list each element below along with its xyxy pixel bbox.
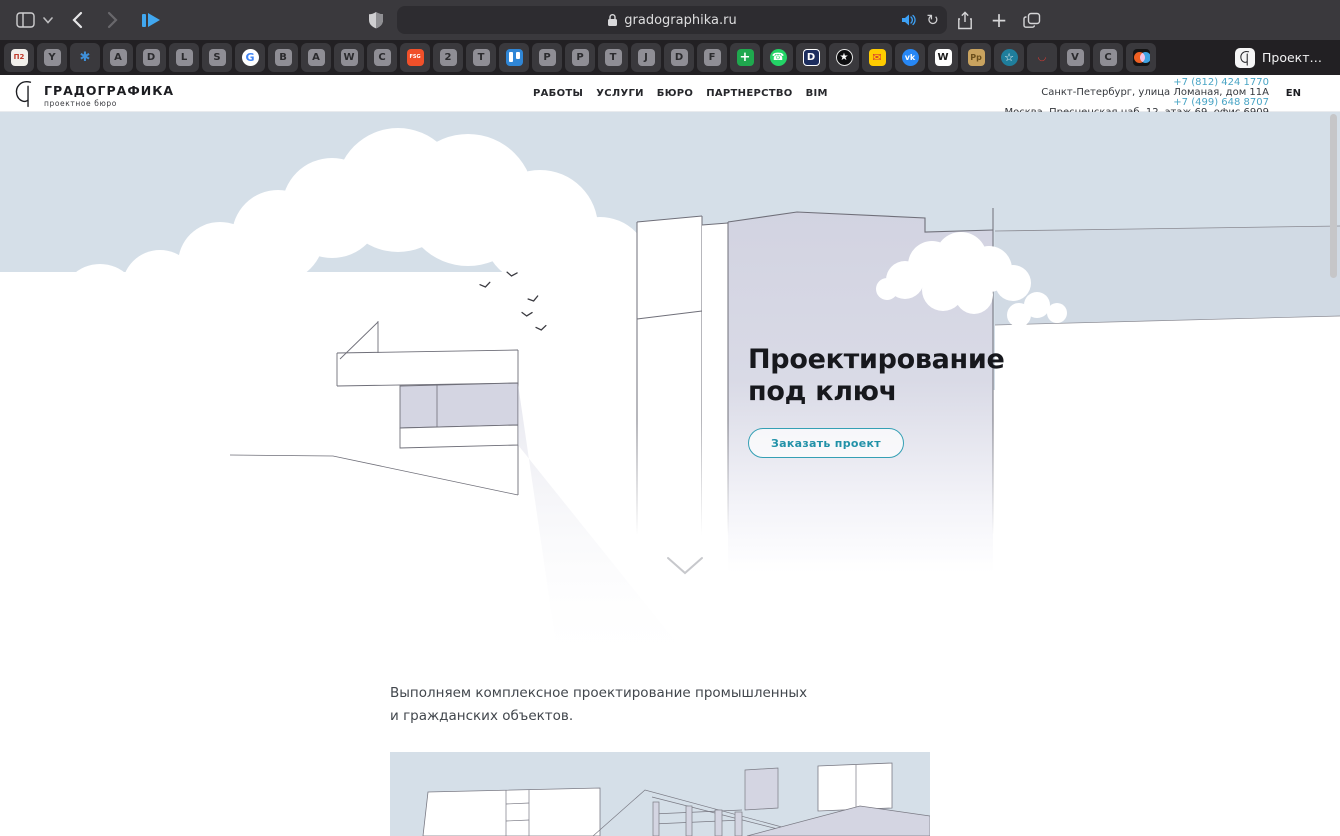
bookmarks-strip: П2Y✱ADLSGBAWCFSG2TPPTJDF+☎D★✉vkWPp☆◡VC <box>4 43 1156 72</box>
extension-icon[interactable] <box>136 0 166 40</box>
bookmark-green-plus-icon[interactable]: + <box>730 43 760 72</box>
bookmark-d1-icon[interactable]: D <box>136 43 166 72</box>
bookmark-t1-icon[interactable]: T <box>466 43 496 72</box>
bookmark-y-icon[interactable]: Y <box>37 43 67 72</box>
reload-icon[interactable]: ↻ <box>926 11 939 29</box>
new-tab-icon[interactable]: + <box>984 0 1014 40</box>
forward-icon[interactable] <box>98 0 128 40</box>
bookmark-w1-icon[interactable]: W <box>334 43 364 72</box>
bookmark-s1-icon[interactable]: S <box>202 43 232 72</box>
main-nav: РАБОТЫ УСЛУГИ БЮРО ПАРТНЕРСТВО BIM <box>533 75 828 112</box>
lock-icon <box>607 13 618 27</box>
bookmark-pp-gold-icon[interactable]: Pp <box>961 43 991 72</box>
bookmark-wikipedia-icon[interactable]: W <box>928 43 958 72</box>
bookmark-t2-icon[interactable]: T <box>598 43 628 72</box>
bookmark-doodle-red-icon[interactable]: ◡ <box>1027 43 1057 72</box>
bookmark-j1-icon[interactable]: J <box>631 43 661 72</box>
nav-item-services[interactable]: УСЛУГИ <box>596 88 644 99</box>
bookmark-spark-icon[interactable]: ✱ <box>70 43 100 72</box>
site-header: ГРАДОГРАФИКА проектное бюро РАБОТЫ УСЛУГ… <box>0 75 1340 112</box>
logo-subtitle: проектное бюро <box>44 99 174 108</box>
bookmark-p2-icon[interactable]: П2 <box>4 43 34 72</box>
bookmark-f1-icon[interactable]: F <box>697 43 727 72</box>
intro-line2: и гражданских объектов. <box>390 705 1340 728</box>
tab-overview-icon[interactable] <box>1016 0 1048 40</box>
logo-g-icon <box>13 79 35 108</box>
bookmark-p-b-icon[interactable]: P <box>565 43 595 72</box>
bookmark-b1-icon[interactable]: B <box>268 43 298 72</box>
bookmark-star-black-icon[interactable]: ★ <box>829 43 859 72</box>
bookmark-c1-icon[interactable]: C <box>367 43 397 72</box>
page-scrollbar-thumb[interactable] <box>1330 114 1337 278</box>
privacy-shield-icon[interactable] <box>362 0 390 40</box>
bookmark-c2-icon[interactable]: C <box>1093 43 1123 72</box>
bookmark-d2-icon[interactable]: D <box>664 43 694 72</box>
play-bar-glyph <box>142 13 160 27</box>
hero-title-line2: под ключ <box>748 376 1005 408</box>
bookmark-v1-icon[interactable]: V <box>1060 43 1090 72</box>
bookmark-d-navy-icon[interactable]: D <box>796 43 826 72</box>
browser-toolbar: gradographika.ru ↻ + <box>0 0 1340 40</box>
bookmark-vk-icon[interactable]: vk <box>895 43 925 72</box>
audio-playing-icon[interactable] <box>901 13 916 27</box>
bookmark-a1-icon[interactable]: A <box>103 43 133 72</box>
bookmark-two-icon[interactable]: 2 <box>433 43 463 72</box>
order-project-button[interactable]: Заказать проект <box>748 428 904 458</box>
nav-item-works[interactable]: РАБОТЫ <box>533 88 583 99</box>
active-tab[interactable]: Проект… <box>1235 48 1322 68</box>
hero-title: Проектирование под ключ <box>748 344 1005 408</box>
bookmarks-bar: П2Y✱ADLSGBAWCFSG2TPPTJDF+☎D★✉vkWPp☆◡VC П… <box>0 40 1340 75</box>
bookmark-a2-icon[interactable]: A <box>301 43 331 72</box>
bookmark-star-teal-icon[interactable]: ☆ <box>994 43 1024 72</box>
bookmark-mastercard-icon[interactable] <box>1126 43 1156 72</box>
bookmark-google-icon[interactable]: G <box>235 43 265 72</box>
address-bar[interactable]: gradographika.ru ↻ <box>397 6 947 34</box>
hero-illustration <box>0 112 1340 680</box>
site-logo[interactable]: ГРАДОГРАФИКА проектное бюро <box>13 79 174 108</box>
bookmark-whatsapp-icon[interactable]: ☎ <box>763 43 793 72</box>
bookmark-trello-icon[interactable] <box>499 43 529 72</box>
nav-item-bim[interactable]: BIM <box>806 88 828 99</box>
site-favicon <box>1235 48 1255 68</box>
bookmark-l1-icon[interactable]: L <box>169 43 199 72</box>
tab-title: Проект… <box>1262 50 1322 65</box>
share-icon[interactable] <box>950 0 980 40</box>
url-text: gradographika.ru <box>624 13 736 28</box>
logo-title: ГРАДОГРАФИКА <box>44 79 174 98</box>
language-switch[interactable]: EN <box>1286 88 1301 99</box>
back-icon[interactable] <box>62 0 92 40</box>
bottom-illustration <box>390 750 930 836</box>
hero-section: Проектирование под ключ Заказать проект <box>0 112 1340 680</box>
nav-item-partnership[interactable]: ПАРТНЕРСТВО <box>706 88 792 99</box>
intro-line1: Выполняем комплексное проектирование про… <box>390 682 1340 705</box>
chevron-down-icon[interactable] <box>40 0 56 40</box>
intro-text: Выполняем комплексное проектирование про… <box>390 682 1340 728</box>
sidebar-toggle-icon[interactable] <box>10 0 40 40</box>
bookmark-yandex-mail-icon[interactable]: ✉ <box>862 43 892 72</box>
hero-title-line1: Проектирование <box>748 344 1005 376</box>
bookmark-fsg-icon[interactable]: FSG <box>400 43 430 72</box>
nav-item-bureau[interactable]: БЮРО <box>657 88 693 99</box>
bookmark-p-a-icon[interactable]: P <box>532 43 562 72</box>
